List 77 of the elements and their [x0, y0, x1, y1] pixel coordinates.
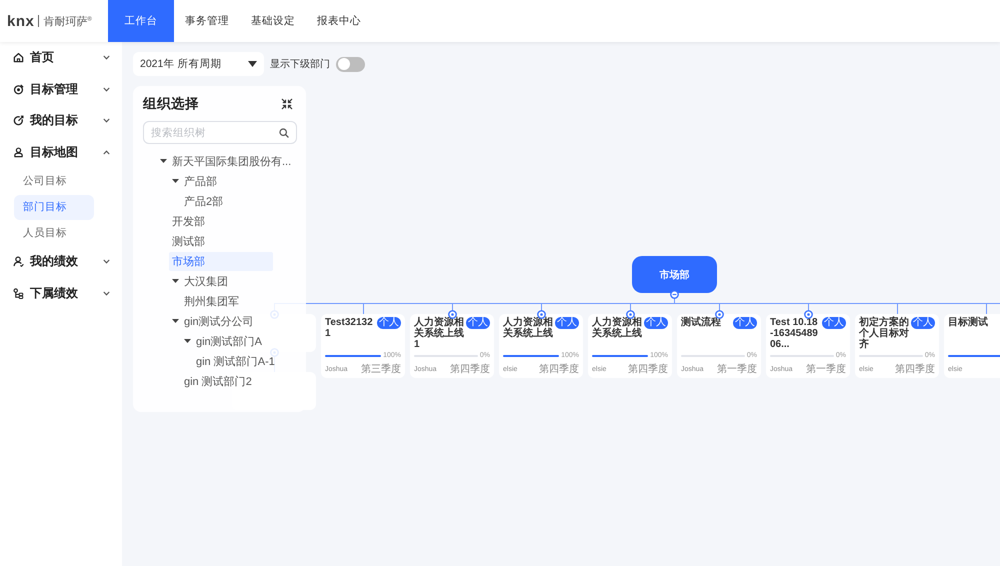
period-label: 第一季度 [806, 362, 846, 376]
home-icon [13, 52, 24, 64]
caret-down-icon [248, 61, 257, 67]
type-tag: 个人 [377, 317, 401, 329]
nav-tab[interactable]: 工作台 [108, 0, 174, 42]
tree-item[interactable]: 市场部 [169, 252, 273, 270]
compress-icon[interactable] [281, 98, 293, 110]
search-icon[interactable] [279, 128, 289, 138]
chevron-down-icon[interactable] [103, 118, 110, 124]
chevron-down-icon[interactable] [103, 55, 110, 60]
menu-item[interactable]: 下属绩效 [30, 284, 97, 302]
period-label: 第四季度 [628, 362, 668, 376]
nav-tab[interactable]: 事务管理 [174, 0, 240, 42]
goal-title: Test 10.18-1634548906... [770, 317, 819, 350]
target-arrow-icon [13, 115, 24, 126]
chevron-down-icon[interactable] [103, 86, 110, 92]
submenu-item[interactable]: 部门目标 [14, 194, 94, 220]
period-label: 第四季度 [539, 362, 579, 376]
department-node[interactable]: 市场部 [632, 256, 717, 293]
menu-item[interactable]: 首页 [30, 49, 97, 66]
tree-item[interactable]: gin测试分公司 [181, 312, 257, 330]
caret-icon[interactable] [160, 159, 167, 163]
goal-title: Test321321 [325, 317, 374, 339]
goal-title: 初定方案的个人目标对齐 [859, 317, 909, 350]
menu-item[interactable]: 我的绩效 [30, 253, 97, 270]
user-card-icon [13, 146, 24, 158]
menu-item[interactable]: 我的目标 [30, 112, 97, 130]
node-dot-icon[interactable] [626, 310, 634, 318]
caret-icon[interactable] [184, 339, 191, 343]
goal-title: 测试流程 [681, 317, 722, 328]
logo-wordmark: knx [7, 12, 34, 30]
goal-title: 目标测试 [948, 317, 989, 328]
caret-icon[interactable] [172, 179, 179, 183]
node-dot-icon[interactable] [714, 310, 724, 318]
submenu-item[interactable]: 公司目标 [14, 168, 94, 194]
menu-item[interactable]: 目标管理 [30, 80, 97, 98]
period-label: 第三季度 [361, 362, 401, 376]
logo-name: 肯耐珂萨$^{®}$ [43, 14, 92, 28]
panel-title: 组织选择 [143, 94, 199, 112]
type-tag: 个人 [911, 317, 935, 329]
tree-item[interactable]: 荆州集团军 [181, 292, 242, 310]
user-icon [13, 256, 24, 268]
type-tag: 个人 [644, 317, 668, 329]
menu-item[interactable]: 目标地图 [30, 144, 97, 161]
tree-item[interactable]: 产品2部 [181, 192, 226, 210]
type-tag: 个人 [555, 317, 579, 329]
switch-label: 显示下级部门 [270, 58, 330, 71]
node-dot-icon[interactable] [804, 310, 812, 318]
period-label: 第四季度 [895, 362, 935, 376]
chevron-down-icon[interactable] [103, 259, 110, 264]
chevron-down-icon[interactable] [103, 290, 110, 296]
tree-item[interactable]: 大汉集团 [181, 272, 231, 290]
caret-icon[interactable] [172, 279, 179, 283]
nav-tab[interactable]: 基础设定 [240, 0, 306, 42]
nav-tab[interactable]: 报表中心 [306, 0, 372, 42]
submenu-item[interactable]: 人员目标 [14, 220, 94, 246]
tree-item[interactable]: 开发部 [169, 212, 208, 230]
tree-item[interactable]: 产品部 [181, 172, 220, 190]
caret-icon[interactable] [172, 319, 179, 323]
toggle-switch[interactable] [336, 56, 365, 72]
hierarchy-icon [13, 288, 24, 299]
tree-item[interactable]: gin 测试部门2 [181, 372, 255, 390]
tree-item[interactable]: gin测试部门A [193, 332, 266, 350]
chevron-up-icon[interactable] [103, 150, 110, 155]
target-icon [13, 84, 24, 95]
type-tag: 个人 [822, 317, 846, 329]
node-dot-icon[interactable] [448, 310, 456, 318]
tree-item[interactable]: gin 测试部门A-1 [193, 352, 278, 370]
tree-item[interactable]: 新天平国际集团股份有... [169, 152, 294, 170]
tree-item[interactable]: 测试部 [169, 232, 208, 250]
period-label: 第四季度 [450, 362, 490, 376]
node-dot-icon[interactable] [536, 310, 546, 318]
search-field[interactable]: 搜索组织树 [143, 121, 297, 144]
type-tag: 个人 [466, 317, 490, 329]
type-tag: 个人 [733, 317, 757, 329]
period-select[interactable]: 2021年 所有周期 [133, 52, 264, 76]
period-label: 第一季度 [717, 362, 757, 376]
